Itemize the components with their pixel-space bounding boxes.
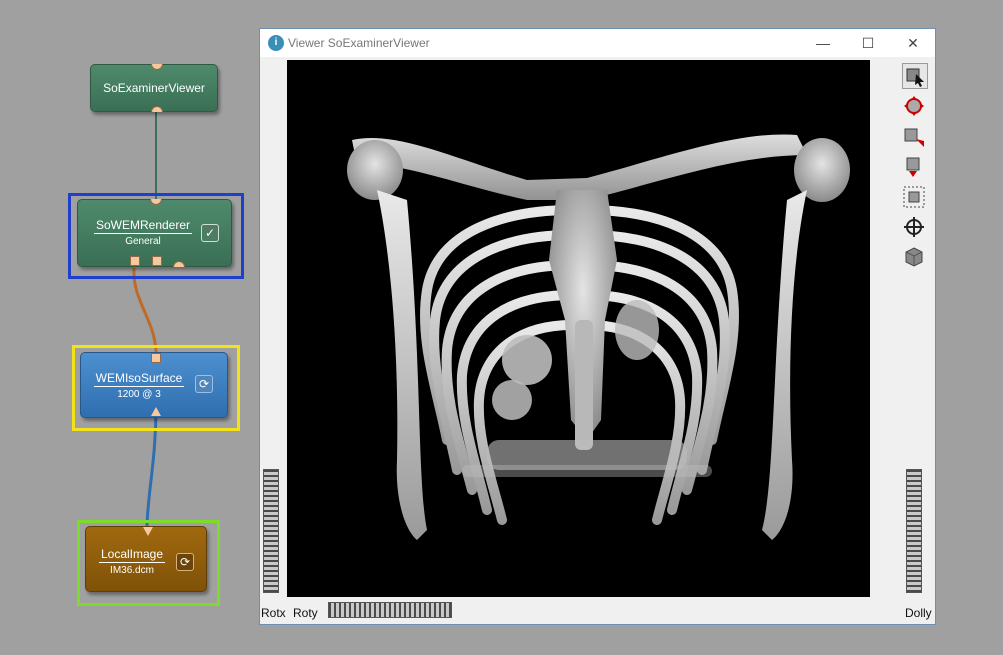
- input-port-icon[interactable]: [151, 353, 161, 363]
- output-port-icon[interactable]: [151, 407, 161, 416]
- roty-thumbwheel[interactable]: [328, 602, 452, 618]
- minimize-button[interactable]: —: [800, 29, 846, 57]
- node-localimage[interactable]: LocalImage IM36.dcm ⟳: [85, 526, 207, 592]
- node-subtitle: General: [125, 236, 161, 247]
- view-all-icon[interactable]: [902, 185, 928, 211]
- close-button[interactable]: ✕: [890, 29, 936, 57]
- output-port-icon[interactable]: [152, 256, 162, 266]
- node-subtitle: IM36.dcm: [110, 565, 154, 576]
- output-port-icon[interactable]: [173, 261, 185, 267]
- rotx-thumbwheel[interactable]: [263, 469, 279, 593]
- window-title: Viewer SoExaminerViewer: [288, 36, 430, 50]
- rotx-label: Rotx: [261, 606, 286, 620]
- maximize-button[interactable]: ☐: [845, 29, 891, 57]
- node-wemisosurface[interactable]: WEMIsoSurface 1200 @ 3 ⟳: [80, 352, 228, 418]
- app-icon: i: [268, 35, 284, 51]
- node-subtitle: 1200 @ 3: [117, 389, 161, 400]
- zoom-icon[interactable]: [902, 155, 928, 181]
- output-port-icon[interactable]: [130, 256, 140, 266]
- node-title: LocalImage: [98, 547, 166, 563]
- node-title: SoWEMRenderer: [93, 218, 193, 234]
- render-viewport[interactable]: [287, 60, 870, 597]
- roty-label: Roty: [293, 606, 318, 620]
- node-soexaminerviewer[interactable]: SoExaminerViewer: [90, 64, 218, 112]
- output-port-icon[interactable]: [151, 106, 163, 112]
- input-port-icon[interactable]: [143, 527, 153, 536]
- camera-icon[interactable]: [902, 245, 928, 271]
- dolly-label: Dolly: [905, 606, 932, 620]
- pick-icon[interactable]: [902, 63, 928, 89]
- input-port-icon[interactable]: [150, 199, 162, 205]
- checkbox-icon[interactable]: ✓: [201, 224, 219, 242]
- ribcage-render: [347, 134, 850, 540]
- seek-icon[interactable]: [902, 125, 928, 151]
- viewer-window: i Viewer SoExaminerViewer — ☐ ✕ Rotx Rot…: [259, 28, 936, 625]
- set-home-icon[interactable]: [902, 215, 928, 241]
- rotate-icon[interactable]: [902, 94, 928, 120]
- dolly-thumbwheel[interactable]: [906, 469, 922, 593]
- node-sowemrenderer[interactable]: SoWEMRenderer General ✓: [77, 199, 232, 267]
- title-bar: i Viewer SoExaminerViewer — ☐ ✕: [260, 29, 935, 57]
- refresh-icon[interactable]: ⟳: [176, 553, 194, 571]
- refresh-icon[interactable]: ⟳: [195, 375, 213, 393]
- node-title: WEMIsoSurface: [93, 371, 185, 387]
